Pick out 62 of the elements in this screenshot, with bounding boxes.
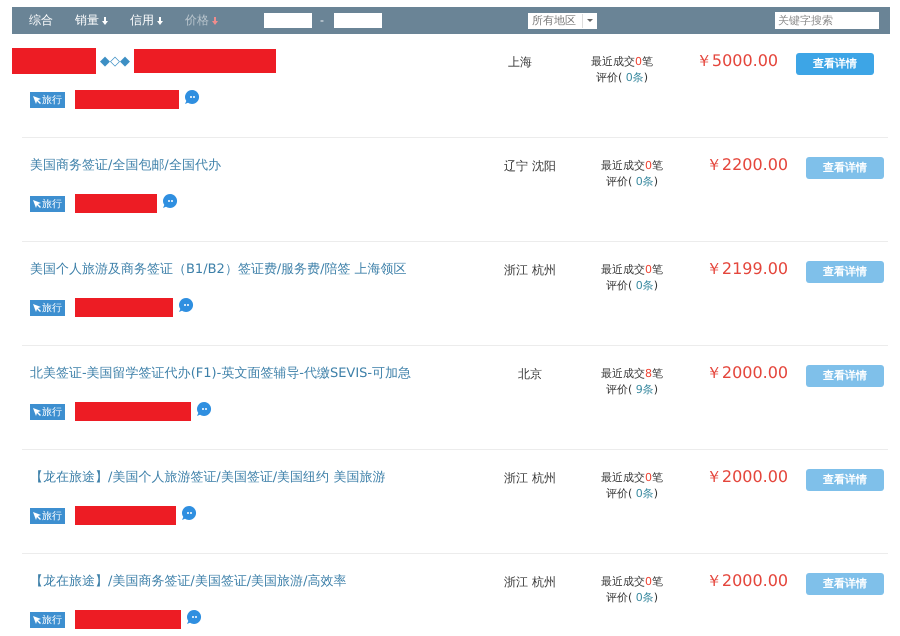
recent-sales-text: 最近成交0笔 [591, 54, 653, 70]
category-tag: 旅行 [30, 612, 65, 628]
search-field[interactable]: 关键字搜索 [775, 12, 879, 29]
location-text: 浙江 杭州 [503, 262, 557, 279]
min-price-field[interactable] [264, 13, 312, 28]
range-separator: - [320, 14, 324, 27]
location-text: 北京 [517, 366, 543, 383]
reviews-link[interactable]: 评价( 0条) [596, 70, 648, 86]
location-text: 浙江 杭州 [503, 470, 557, 487]
location-text: 浙江 杭州 [503, 574, 557, 591]
sort-option[interactable]: 综合 [29, 12, 53, 29]
price-text: ￥2000.00 [704, 466, 790, 488]
chat-bubble-icon[interactable] [184, 88, 200, 104]
recent-sales-text: 最近成交8笔 [601, 366, 663, 382]
chat-bubble-icon[interactable] [196, 400, 212, 416]
region-select[interactable]: 所有地区 [528, 12, 597, 28]
recent-sales-text: 最近成交0笔 [601, 470, 663, 486]
down-arrow-icon [102, 16, 108, 24]
listing-title[interactable]: 【龙在旅途】/美国个人旅游签证/美国签证/美国纽约 美国旅游 [30, 468, 386, 486]
view-details-button[interactable]: 查看详情 [796, 52, 874, 74]
listing-title[interactable]: 北美签证-美国留学签证代办(F1)-英文面签辅导-代缴SEVIS-可加急 [30, 364, 412, 382]
cursor-icon [33, 512, 41, 520]
reviews-link[interactable]: 评价( 0条) [606, 590, 658, 606]
listing-title[interactable]: 美国商务签证/全国包邮/全国代办 [30, 156, 221, 174]
sort-option[interactable]: 销量 [75, 12, 108, 29]
sort-option[interactable]: 信用 [130, 12, 163, 29]
caret-icon [586, 19, 593, 22]
price-text: ￥2199.00 [704, 258, 790, 280]
price-text: ￥2000.00 [704, 362, 790, 384]
location-text: 上海 [507, 54, 533, 71]
down-arrow-icon [212, 16, 218, 24]
cursor-icon [33, 200, 41, 208]
listing-title[interactable]: 【龙在旅途】/美国商务签证/美国签证/美国旅游/高效率 [30, 572, 347, 590]
reviews-link[interactable]: 评价( 0条) [606, 278, 658, 294]
price-text: ￥2000.00 [704, 570, 790, 592]
cursor-icon [33, 96, 41, 104]
category-tag: 旅行 [30, 508, 65, 524]
recent-sales-text: 最近成交0笔 [601, 262, 663, 278]
chat-bubble-icon[interactable] [186, 608, 202, 624]
price-text: ￥5000.00 [694, 50, 780, 72]
chat-bubble-icon[interactable] [162, 192, 178, 208]
down-arrow-icon [157, 16, 163, 24]
recent-sales-text: 最近成交0笔 [601, 158, 663, 174]
location-text: 辽宁 沈阳 [503, 158, 557, 175]
reviews-link[interactable]: 评价( 0条) [606, 486, 658, 502]
category-tag: 旅行 [30, 300, 65, 316]
price-text: ￥2200.00 [704, 154, 790, 176]
sort-option[interactable]: 价格 [185, 12, 218, 29]
chat-bubble-icon[interactable] [181, 504, 197, 520]
listing-title[interactable]: 美国个人旅游及商务签证（B1/B2）签证费/服务费/陪签 上海领区 [30, 260, 407, 278]
category-tag: 旅行 [30, 404, 65, 420]
reviews-link[interactable]: 评价( 0条) [606, 174, 658, 190]
cursor-icon [33, 408, 41, 416]
reviews-link[interactable]: 评价( 9条) [606, 382, 658, 398]
chat-bubble-icon[interactable] [178, 296, 194, 312]
recent-sales-text: 最近成交0笔 [601, 574, 663, 590]
cursor-icon [33, 304, 41, 312]
max-price-field[interactable] [334, 13, 382, 28]
cursor-icon [33, 616, 41, 624]
category-tag: 旅行 [30, 196, 65, 212]
category-tag: 旅行 [30, 92, 65, 108]
title-ornament: ◆◇◆ [100, 54, 130, 68]
